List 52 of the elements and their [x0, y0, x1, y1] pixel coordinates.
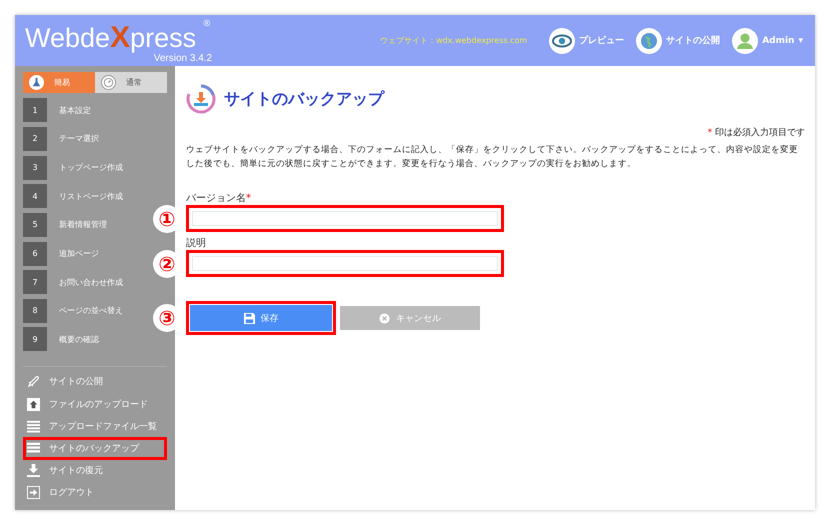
input-field[interactable]: [186, 205, 504, 232]
input-field[interactable]: [186, 250, 504, 277]
sidebar-link[interactable]: アップロードファイル一覧: [23, 415, 167, 438]
sidebar-link[interactable]: サイトの公開: [23, 370, 167, 393]
logo: WebdeXpress ® Version 3.4.2: [25, 18, 212, 64]
step-number: 6: [23, 242, 47, 266]
preview-link[interactable]: プレビュー: [549, 28, 624, 54]
step-link[interactable]: トップページ作成: [59, 162, 123, 174]
step-number: 9: [23, 327, 47, 352]
logout-icon: [27, 486, 40, 500]
list-icon: [27, 420, 40, 433]
step-number: 2: [23, 126, 47, 151]
step-link[interactable]: リストページ作成: [59, 190, 123, 202]
globe-icon: [636, 28, 662, 54]
required-note: * 印は必須入力項目です: [706, 126, 805, 139]
backup-icon: [186, 84, 216, 114]
cancel-button[interactable]: キャンセル: [340, 306, 480, 330]
sidebar-link[interactable]: サイトの復元: [23, 460, 167, 482]
field-label: 説明: [186, 236, 207, 250]
download-icon: [27, 464, 40, 478]
save-button[interactable]: 保存: [186, 301, 336, 335]
step-link[interactable]: 基本設定: [59, 104, 91, 116]
step-number: 8: [23, 298, 47, 323]
cancel-icon: [379, 312, 390, 324]
step-number: 5: [23, 212, 47, 237]
step-number: 1: [23, 98, 47, 122]
sidebar-link[interactable]: ログアウト: [23, 482, 167, 504]
step-link[interactable]: お問い合わせ作成: [59, 276, 123, 288]
step-number: 3: [23, 156, 47, 180]
mode-tab[interactable]: 簡易: [23, 72, 95, 93]
dial-icon: [101, 75, 116, 90]
description-text: ウェブサイトをバックアップする場合、下のフォームに記入し、「保存」をクリックして下さい。バックアップをすることによって、内容や設定を変更した後でも、簡単に元の状態に戻すことができます。変更を行なう場合、バックアップの実行をお勧めします。: [186, 144, 799, 171]
eye-icon: [549, 28, 576, 54]
upload-icon: [27, 398, 40, 411]
step-number: 7: [23, 270, 47, 294]
step-link[interactable]: 追加ページ: [59, 248, 99, 260]
server-icon: [27, 442, 40, 456]
field-label: バージョン名*: [186, 192, 252, 205]
step-link[interactable]: テーマ選択: [59, 133, 99, 144]
sidebar-link[interactable]: ファイルのアップロード: [23, 392, 167, 416]
user-menu[interactable]: Admin ▾: [732, 28, 803, 54]
sidebar-link[interactable]: サイトのバックアップ: [23, 437, 167, 460]
mode-tab[interactable]: 通常: [95, 72, 167, 93]
step-number: 4: [23, 184, 47, 208]
page-title: サイトのバックアップ: [224, 88, 384, 110]
step-link[interactable]: 概要の確認: [59, 334, 99, 345]
site-url: ウェブサイト：wdx.webdexpress.com: [380, 35, 528, 46]
publish-link[interactable]: サイトの公開: [636, 28, 720, 54]
step-link[interactable]: ページの並べ替え: [59, 305, 123, 316]
flask-icon: [29, 75, 44, 90]
step-link[interactable]: 新着情報管理: [59, 219, 107, 230]
user-avatar-icon: [732, 28, 758, 54]
